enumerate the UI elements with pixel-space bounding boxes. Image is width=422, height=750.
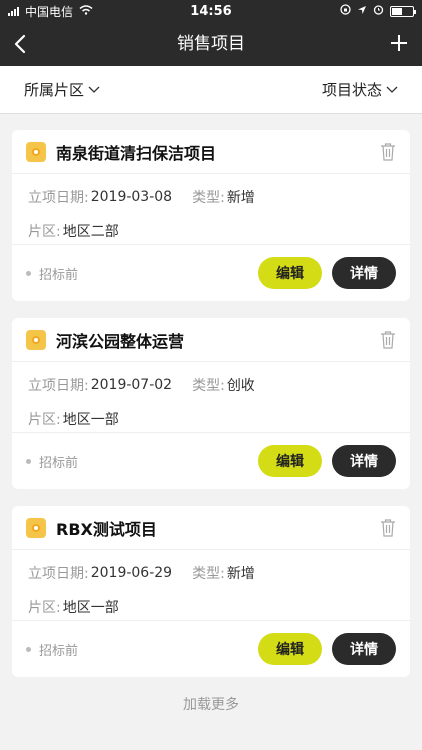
project-type: 新增 [226,190,255,206]
battery-icon [390,5,416,17]
project-date: 2019-06-29 [90,565,173,581]
location-icon [357,4,367,18]
detail-button[interactable]: 详情 [332,633,396,665]
area-label: 片区: [28,600,61,616]
nav-bar [0,22,422,66]
date-label: 立项日期: [28,190,89,206]
project-state: 招标前 [39,643,79,659]
alarm-icon [373,4,384,18]
project-icon [26,329,46,350]
top-bar: 中国电信 14:56 销售项目 [0,0,422,66]
lock-rotation-icon [340,4,351,18]
status-bar: 中国电信 14:56 [0,0,422,22]
wifi-icon [79,4,93,18]
project-title: RBX测试项目 [56,519,157,539]
project-type: 创收 [226,378,255,394]
status-filter-label: 项目状态 [321,81,382,99]
detail-button[interactable]: 详情 [332,445,396,477]
area-label: 片区: [28,224,61,240]
project-card: RBX测试项目 立项日期: 2019-06-29 类型: 新增 片区: 地区一部… [12,506,410,677]
project-state: 招标前 [39,455,79,471]
date-label: 立项日期: [28,566,89,582]
project-state: 招标前 [39,267,79,283]
project-area: 地区一部 [62,600,119,616]
back-icon[interactable] [14,34,34,54]
type-label: 类型: [192,566,225,582]
chevron-down-icon [386,86,398,93]
edit-button[interactable]: 编辑 [258,445,322,477]
trash-icon[interactable] [380,142,396,161]
area-label: 片区: [28,412,61,428]
date-label: 立项日期: [28,378,89,394]
project-date: 2019-07-02 [90,377,173,393]
project-title: 南泉街道清扫保洁项目 [56,143,217,163]
load-more[interactable]: 加载更多 [12,694,410,714]
filter-bar: 所属片区 项目状态 [0,66,422,114]
project-title: 河滨公园整体运营 [56,331,185,351]
add-project-icon[interactable] [390,31,408,57]
edit-button[interactable]: 编辑 [258,257,322,289]
project-type: 新增 [226,566,255,582]
carrier-label: 中国电信 [25,4,74,19]
chevron-down-icon [88,86,100,93]
state-dot [26,458,31,464]
trash-icon[interactable] [380,518,396,537]
trash-icon[interactable] [380,330,396,349]
state-dot [26,646,31,652]
project-card: 河滨公园整体运营 立项日期: 2019-07-02 类型: 创收 片区: 地区一… [12,318,410,489]
edit-button[interactable]: 编辑 [258,633,322,665]
project-area: 地区一部 [62,412,119,428]
area-filter[interactable]: 所属片区 [24,79,100,100]
type-label: 类型: [192,190,225,206]
project-icon [26,141,46,162]
project-card: 南泉街道清扫保洁项目 立项日期: 2019-03-08 类型: 新增 片区: 地… [12,130,410,301]
type-label: 类型: [192,378,225,394]
status-filter[interactable]: 项目状态 [322,79,398,100]
project-icon [26,517,46,538]
signal-icon [8,6,19,16]
project-list: 南泉街道清扫保洁项目 立项日期: 2019-03-08 类型: 新增 片区: 地… [0,114,422,714]
project-area: 地区二部 [62,224,119,240]
area-filter-label: 所属片区 [24,81,85,99]
project-date: 2019-03-08 [90,189,173,205]
state-dot [26,270,31,276]
detail-button[interactable]: 详情 [332,257,396,289]
